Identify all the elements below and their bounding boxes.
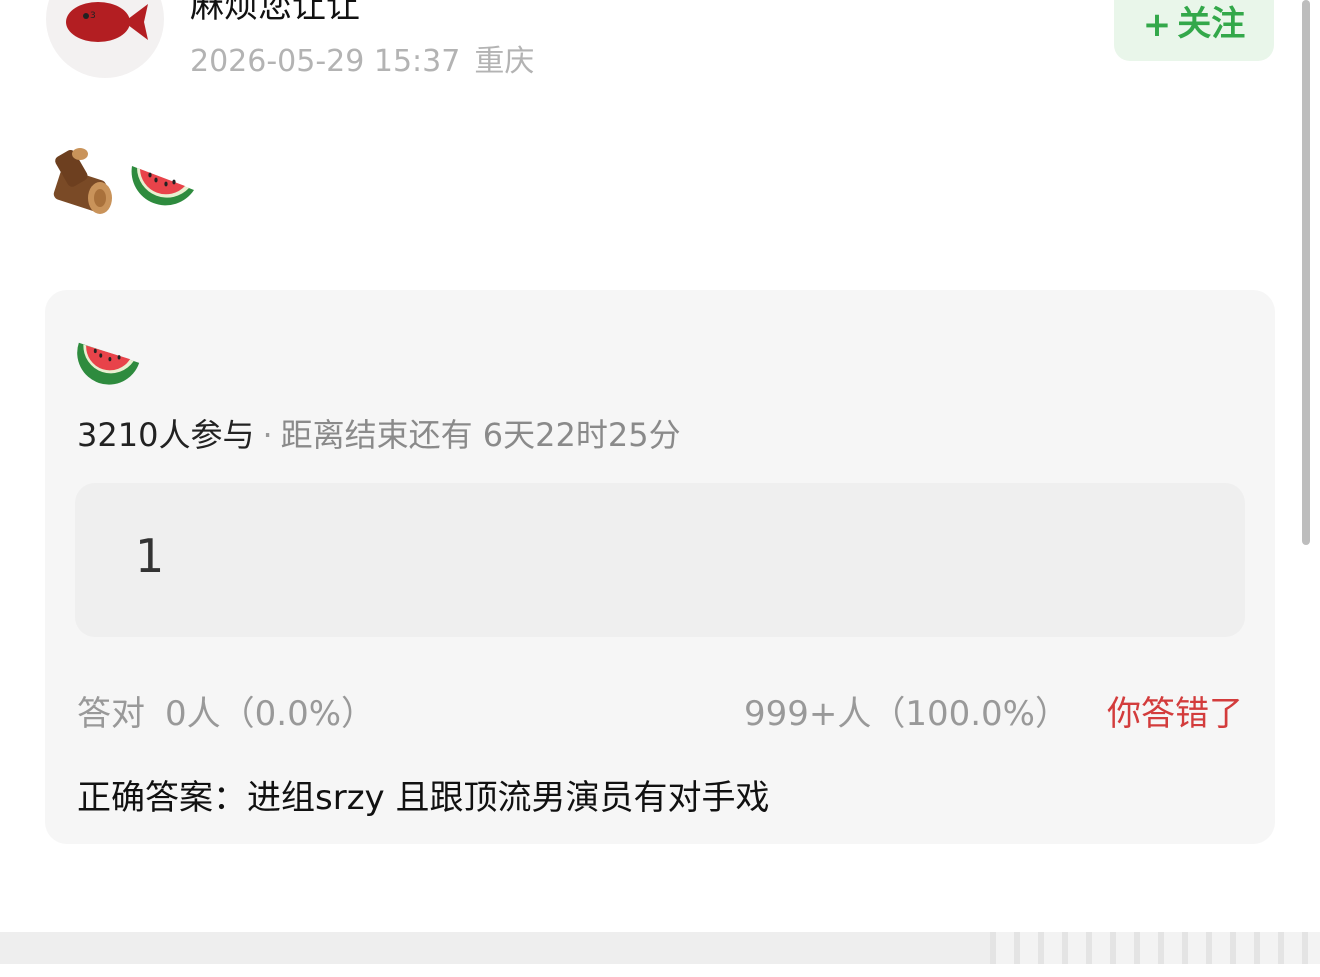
answer-label: 正确答案： bbox=[77, 778, 247, 818]
poll-option-text: 1 bbox=[135, 529, 165, 583]
svg-text:3: 3 bbox=[90, 11, 96, 21]
username[interactable]: 麻烦您让让 bbox=[190, 0, 360, 27]
post-location: 重庆 bbox=[474, 44, 535, 79]
post-content bbox=[50, 146, 198, 216]
poll-option[interactable]: 1 bbox=[75, 483, 1245, 637]
participant-count: 3210人参与 bbox=[77, 416, 255, 454]
fish-avatar-icon: 3 bbox=[66, 2, 148, 42]
follow-button[interactable]: + 关注 bbox=[1114, 0, 1274, 61]
avatar[interactable]: 3 bbox=[46, 0, 164, 78]
poll-card: 3210人参与 · 距离结束还有 6天22时25分 1 答对 0人（0.0%） 999… bbox=[45, 290, 1275, 844]
correct-stats: 答对 0人（0.0%） bbox=[77, 686, 375, 735]
watermelon-icon bbox=[131, 166, 194, 206]
follow-label: 关注 bbox=[1177, 4, 1246, 44]
time-remaining: 距离结束还有 6天22时25分 bbox=[280, 416, 681, 454]
separator: · bbox=[262, 416, 273, 454]
result-text: 你答错了 bbox=[1107, 694, 1243, 734]
scrollbar[interactable] bbox=[1302, 0, 1310, 545]
correct-answer: 正确答案：进组srzy 且跟顶流男演员有对手戏 bbox=[77, 770, 769, 819]
post-timestamp: 2026-05-29 15:37 bbox=[190, 44, 461, 79]
post-meta: 2026-05-29 15:37 重庆 bbox=[190, 36, 534, 80]
correct-label: 答对 bbox=[77, 694, 145, 734]
plus-icon: + bbox=[1142, 5, 1172, 45]
watermelon-icon bbox=[77, 342, 140, 385]
poll-participation: 3210人参与 · 距离结束还有 6天22时25分 bbox=[77, 410, 681, 456]
wrong-stats: 999+人（100.0%） 你答错了 bbox=[744, 686, 1243, 735]
wood-log-icon bbox=[53, 148, 112, 214]
blurred-content bbox=[990, 932, 1320, 964]
correct-stat: 0人（0.0%） bbox=[165, 694, 376, 734]
wrong-stat: 999+人（100.0%） bbox=[743, 694, 1069, 734]
answer-text: 进组srzy 且跟顶流男演员有对手戏 bbox=[247, 778, 770, 818]
bottom-divider bbox=[0, 932, 1320, 964]
